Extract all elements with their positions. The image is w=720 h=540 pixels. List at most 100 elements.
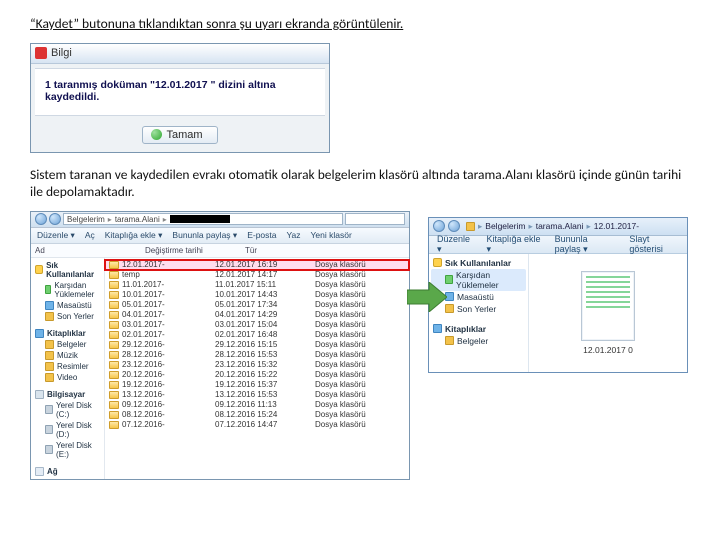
folder-icon	[109, 381, 119, 389]
folder-icon	[109, 341, 119, 349]
library-icon	[433, 324, 442, 333]
nav-fwd-icon[interactable]	[49, 213, 61, 225]
nav-back-icon[interactable]	[433, 220, 445, 232]
tb-eposta[interactable]: E-posta	[247, 230, 276, 240]
folder-icon	[109, 401, 119, 409]
table-row[interactable]: 08.12.2016-08.12.2016 15:24Dosya klasörü	[105, 410, 409, 420]
col-tur[interactable]: Tür	[245, 246, 335, 255]
column-headers: Ad Değiştirme tarihi Tür	[31, 244, 409, 258]
col-ad[interactable]: Ad	[35, 246, 145, 255]
folder-icon	[109, 411, 119, 419]
folder-icon	[45, 340, 54, 349]
nav-downloads[interactable]: Karşıdan Yüklemeler	[31, 280, 104, 300]
nav-fav[interactable]: Sık Kullanılanlar	[31, 260, 104, 280]
nav2-docs[interactable]: Belgeler	[431, 335, 526, 347]
folder-icon	[109, 311, 119, 319]
table-row[interactable]: 03.01.2017-03.01.2017 15:04Dosya klasörü	[105, 320, 409, 330]
table-row[interactable]: 13.12.2016-13.12.2016 15:53Dosya klasörü	[105, 390, 409, 400]
ok-label: Tamam	[166, 129, 202, 141]
check-icon	[151, 129, 162, 140]
table-row[interactable]: 20.12.2016-20.12.2016 15:22Dosya klasörü	[105, 370, 409, 380]
table-row[interactable]: 10.01.2017-10.01.2017 14:43Dosya klasörü	[105, 290, 409, 300]
green-arrow-icon	[407, 282, 447, 312]
table-row[interactable]: 29.12.2016-29.12.2016 15:15Dosya klasörü	[105, 340, 409, 350]
dialog-title: Bilgi	[51, 47, 72, 59]
nav-libs[interactable]: Kitaplıklar	[31, 328, 104, 339]
tb2-paylas[interactable]: Bununla paylaş ▾	[555, 234, 616, 255]
tb-yeni[interactable]: Yeni klasör	[311, 230, 352, 240]
tb-duzenle[interactable]: Düzenle ▾	[37, 230, 75, 241]
folder-icon	[109, 391, 119, 399]
paragraph-2: Sistem taranan ve kaydedilen evrakı otom…	[30, 167, 690, 201]
redacted-bar	[170, 215, 230, 223]
alert-icon	[35, 47, 47, 59]
search-box[interactable]	[345, 213, 405, 225]
tb-ac[interactable]: Aç	[85, 230, 95, 240]
crumb2-c[interactable]: 12.01.2017-	[594, 221, 639, 231]
download-icon	[45, 285, 51, 294]
nav-video[interactable]: Video	[31, 372, 104, 383]
tb-paylas[interactable]: Bununla paylaş ▾	[172, 230, 237, 241]
document-thumb[interactable]	[581, 271, 635, 341]
nav-c[interactable]: Yerel Disk (C:)	[31, 400, 104, 420]
thumb-caption: 12.01.2017 0	[583, 345, 633, 355]
crumb-a: Belgelerim	[67, 215, 105, 224]
dialog-message: 1 taranmış doküman "12.01.2017 " dizini …	[35, 68, 325, 116]
drive-icon	[45, 405, 53, 414]
explorer-toolbar: Düzenle ▾ Aç Kitaplığa ekle ▾ Bununla pa…	[31, 228, 409, 244]
nav-d[interactable]: Yerel Disk (D:)	[31, 420, 104, 440]
explorer2-body: Sık Kullanılanlar Karşıdan Yüklemeler Ma…	[429, 254, 687, 372]
crumb-b: tarama.Alani	[115, 215, 160, 224]
tb2-kitaplik[interactable]: Kitaplığa ekle ▾	[486, 234, 540, 255]
table-row[interactable]: 02.01.2017-02.01.2017 16:48Dosya klasörü	[105, 330, 409, 340]
nav-music[interactable]: Müzik	[31, 350, 104, 361]
table-row[interactable]: 09.12.2016-09.12.2016 11:13Dosya klasörü	[105, 400, 409, 410]
table-row[interactable]: 19.12.2016-19.12.2016 15:37Dosya klasörü	[105, 380, 409, 390]
explorer-pane: Sık Kullanılanlar Karşıdan Yüklemeler Ma…	[31, 258, 409, 479]
nav2-libs[interactable]: Kitaplıklar	[431, 323, 526, 335]
address-bar[interactable]: Belgelerim ▸ tarama.Alani ▸	[63, 213, 343, 225]
folder-icon	[109, 291, 119, 299]
library-icon	[35, 329, 44, 338]
folder-icon	[445, 336, 454, 345]
folder-icon	[45, 362, 54, 371]
table-row[interactable]: 11.01.2017-11.01.2017 15:11Dosya klasörü	[105, 280, 409, 290]
nav2-fav[interactable]: Sık Kullanılanlar	[431, 257, 526, 269]
nav-back-icon[interactable]	[35, 213, 47, 225]
table-row[interactable]: 28.12.2016-28.12.2016 15:53Dosya klasörü	[105, 350, 409, 360]
tb-kitaplik[interactable]: Kitaplığa ekle ▾	[105, 230, 163, 241]
tb2-duzenle[interactable]: Düzenle ▾	[437, 234, 472, 255]
table-row[interactable]: 05.01.2017-05.01.2017 17:34Dosya klasörü	[105, 300, 409, 310]
crumb2-b[interactable]: tarama.Alani	[536, 221, 584, 231]
col-tarih[interactable]: Değiştirme tarihi	[145, 246, 245, 255]
explorer2-toolbar: Düzenle ▾ Kitaplığa ekle ▾ Bununla payla…	[429, 236, 687, 254]
folder-icon	[109, 331, 119, 339]
nav-docs[interactable]: Belgeler	[31, 339, 104, 350]
desktop-icon	[45, 301, 54, 310]
crumb2-a[interactable]: Belgelerim	[485, 221, 525, 231]
nav-net[interactable]: Ağ	[31, 466, 104, 477]
folder-icon	[109, 271, 119, 279]
drive-icon	[45, 425, 53, 434]
folder-icon	[109, 371, 119, 379]
table-row[interactable]: temp12.01.2017 14:17Dosya klasörü	[105, 270, 409, 280]
nav-pane-2: Sık Kullanılanlar Karşıdan Yüklemeler Ma…	[429, 254, 529, 372]
folder-icon	[109, 351, 119, 359]
nav-desktop[interactable]: Masaüstü	[31, 300, 104, 311]
tb2-slayt[interactable]: Slayt gösterisi	[629, 234, 679, 254]
folder-icon	[109, 261, 119, 269]
table-row[interactable]: 23.12.2016-23.12.2016 15:32Dosya klasörü	[105, 360, 409, 370]
ok-button[interactable]: Tamam	[142, 126, 217, 144]
nav-recent[interactable]: Son Yerler	[31, 311, 104, 322]
nav-pc[interactable]: Bilgisayar	[31, 389, 104, 400]
table-row[interactable]: 07.12.2016-07.12.2016 14:47Dosya klasörü	[105, 420, 409, 430]
nav-e[interactable]: Yerel Disk (E:)	[31, 440, 104, 460]
table-row[interactable]: 12.01.2017-12.01.2017 16:19Dosya klasörü	[105, 260, 409, 270]
nav-pics[interactable]: Resimler	[31, 361, 104, 372]
dialog-footer: Tamam	[31, 120, 329, 152]
table-row[interactable]: 04.01.2017-04.01.2017 14:29Dosya klasörü	[105, 310, 409, 320]
tb-yaz[interactable]: Yaz	[286, 230, 300, 240]
nav-fwd-icon[interactable]	[448, 220, 460, 232]
info-dialog: Bilgi 1 taranmış doküman "12.01.2017 " d…	[30, 43, 330, 153]
folder-icon	[109, 281, 119, 289]
